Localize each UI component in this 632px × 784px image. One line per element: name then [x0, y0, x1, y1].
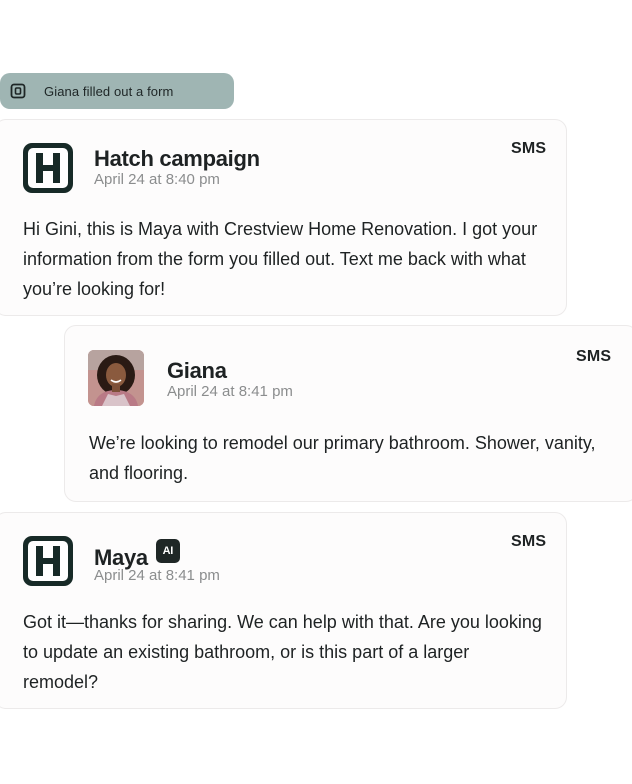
- event-text: Giana filled out a form: [44, 83, 174, 99]
- message-card: Giana April 24 at 8:41 pm SMS We’re look…: [64, 325, 632, 502]
- message-text: Hi Gini, this is Maya with Crestview Hom…: [23, 219, 538, 299]
- conversation-feed: Giana filled out a form Hatch campaign A…: [0, 0, 632, 784]
- form-icon: [10, 83, 26, 99]
- channel-label: SMS: [511, 533, 547, 550]
- ai-badge-label: AI: [162, 545, 174, 557]
- channel-label: SMS: [511, 140, 547, 157]
- form-submitted-event: Giana filled out a form: [0, 73, 234, 109]
- hatch-logo-icon: [23, 536, 73, 586]
- sender-name: Giana: [167, 358, 227, 383]
- message-timestamp: April 24 at 8:41 pm: [94, 567, 220, 584]
- message-timestamp: April 24 at 8:40 pm: [94, 171, 220, 188]
- message-card: Hatch campaign April 24 at 8:40 pm SMS H…: [0, 119, 567, 316]
- message-timestamp: April 24 at 8:41 pm: [167, 383, 293, 400]
- message-card: Maya AI April 24 at 8:41 pm SMS Got it—th…: [0, 512, 567, 709]
- message-text: Got it—thanks for sharing. We can help w…: [23, 612, 542, 692]
- message-text: We’re looking to remodel our primary bat…: [89, 433, 596, 483]
- ai-badge: AI: [155, 539, 180, 563]
- user-avatar: [88, 350, 144, 406]
- hatch-logo-icon: [23, 143, 73, 193]
- channel-label: SMS: [576, 348, 612, 365]
- sender-name: Hatch campaign: [94, 146, 260, 171]
